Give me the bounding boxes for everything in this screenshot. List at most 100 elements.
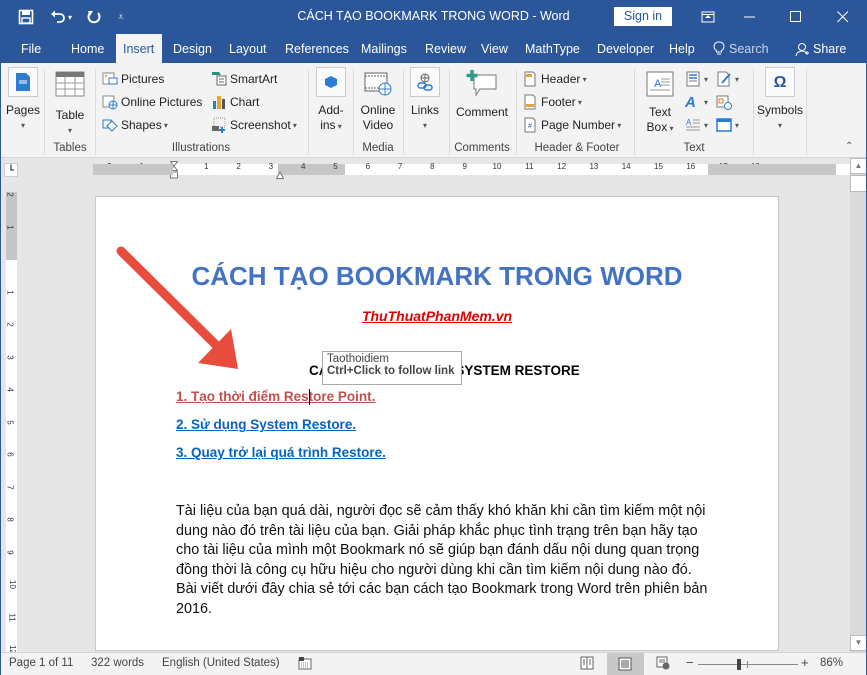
footer-button[interactable]: Footer ▾	[522, 94, 582, 110]
minimize-button[interactable]	[727, 0, 773, 34]
share-button[interactable]: Share	[788, 34, 853, 63]
print-layout-button[interactable]	[607, 653, 644, 675]
tooltip-bookmark-name: Taothoidiem	[327, 353, 390, 365]
tab-developer[interactable]: Developer	[590, 34, 661, 63]
page-count[interactable]: Page 1 of 11	[9, 657, 73, 669]
tab-references[interactable]: References	[278, 34, 356, 63]
tab-file[interactable]: File	[14, 34, 48, 63]
vertical-scrollbar[interactable]: ▲ ▼	[850, 158, 867, 653]
scroll-down-button[interactable]: ▼	[850, 635, 867, 651]
wordart-icon: A	[685, 94, 696, 111]
save-button[interactable]	[18, 0, 34, 34]
wordart-button[interactable]: A ▾	[685, 94, 708, 111]
web-layout-button[interactable]	[656, 656, 670, 673]
ruler-tick-label: 6	[365, 162, 371, 171]
ruler-tick-label: 10	[7, 580, 17, 589]
ribbon-tabs: File Home Insert Design Layout Reference…	[0, 34, 867, 63]
customize-qat-button[interactable]: ⩡	[118, 0, 124, 34]
pictures-button[interactable]: Pictures	[102, 71, 164, 87]
zoom-in-button[interactable]: +	[801, 655, 809, 670]
vertical-ruler[interactable]: 2 1 1 2 3 4 5 6 7 8 9 10 11 12	[5, 192, 17, 654]
document-page[interactable]: CÁCH TẠO BOOKMARK TRONG WORD ThuThuatPha…	[95, 196, 779, 651]
zoom-slider-thumb[interactable]	[737, 659, 742, 670]
object-button[interactable]: ▾	[716, 117, 739, 133]
text-box-button[interactable]: A Text Box ▾	[640, 71, 680, 136]
undo-button[interactable]: ▾	[50, 0, 72, 34]
macro-recording-button[interactable]	[298, 656, 312, 673]
smartart-button[interactable]: SmartArt	[211, 71, 277, 87]
redo-icon	[87, 11, 101, 24]
tab-view[interactable]: View	[474, 34, 515, 63]
tell-me-search[interactable]: Search	[706, 34, 776, 63]
symbols-button[interactable]: Ω Symbols ▾	[756, 67, 804, 133]
group-label-tables: Tables	[53, 142, 87, 154]
tab-home[interactable]: Home	[64, 34, 111, 63]
chart-button[interactable]: Chart	[211, 94, 259, 110]
ruler-tick-label: 7	[5, 484, 15, 490]
pages-button[interactable]: Pages ▾	[4, 67, 42, 133]
site-link[interactable]: ThuThuatPhanMem.vn	[96, 308, 778, 324]
maximize-button[interactable]	[773, 0, 819, 34]
tab-layout[interactable]: Layout	[222, 34, 274, 63]
svg-text:#: #	[528, 123, 532, 130]
language-indicator[interactable]: English (United States)	[162, 657, 280, 669]
tab-selector[interactable]: ┗	[4, 163, 18, 177]
comment-button[interactable]: Comment	[452, 69, 512, 120]
right-indent-marker[interactable]	[275, 168, 285, 179]
tab-review[interactable]: Review	[418, 34, 473, 63]
zoom-out-button[interactable]: −	[686, 655, 694, 670]
search-label: Search	[729, 41, 769, 56]
word-count[interactable]: 322 words	[91, 657, 144, 669]
header-button[interactable]: Header ▾	[522, 71, 587, 87]
share-person-icon	[795, 42, 809, 56]
online-video-button[interactable]: Online Video	[356, 71, 400, 133]
drop-cap-button[interactable]: A ▾	[685, 117, 708, 133]
sign-in-button[interactable]: Sign in	[614, 7, 672, 26]
ribbon-display-options-button[interactable]	[685, 0, 731, 34]
quick-parts-button[interactable]: ▾	[685, 71, 708, 87]
ruler-tick-label: 6	[5, 452, 15, 457]
page-number-button[interactable]: # Page Number ▾	[522, 117, 621, 133]
shapes-button[interactable]: Shapes ▾	[102, 117, 168, 133]
zoom-slider[interactable]	[698, 664, 798, 665]
left-tab-icon: ┗	[8, 165, 14, 175]
ruler-tick-label: 8	[430, 162, 435, 171]
scroll-up-button[interactable]: ▲	[850, 158, 867, 174]
add-ins-icon	[325, 76, 337, 88]
tab-mailings[interactable]: Mailings	[354, 34, 414, 63]
text-box-icon: A	[646, 71, 674, 97]
close-button[interactable]	[820, 0, 866, 34]
title-bar: ▾ ⩡ CÁCH TẠO BOOKMARK TRONG WORD - Word …	[0, 0, 867, 34]
toc-link-restore-point[interactable]: 1. Tạo thời điểm Restore Point.	[176, 389, 375, 404]
maximize-icon	[790, 11, 801, 22]
online-pictures-button[interactable]: Online Pictures	[102, 94, 202, 110]
group-label-media: Media	[362, 142, 394, 154]
hyperlink-tooltip: Taothoidiem Ctrl+Click to follow link	[322, 351, 462, 385]
signature-line-button[interactable]: ▾	[716, 71, 739, 87]
table-button[interactable]: Table ▾	[50, 71, 90, 138]
screenshot-button[interactable]: Screenshot ▾	[211, 117, 297, 133]
scroll-thumb[interactable]	[850, 175, 867, 192]
links-button[interactable]: Links ▾	[406, 67, 444, 133]
zoom-level[interactable]: 86%	[820, 657, 843, 669]
group-label-illustrations: Illustrations	[171, 142, 231, 154]
svg-text:A: A	[686, 118, 692, 127]
tab-help[interactable]: Help	[662, 34, 702, 63]
page-number-icon: #	[524, 117, 536, 133]
date-time-icon	[716, 95, 732, 110]
ribbon-insert: Pages ▾ Table ▾ Tables Pictures Online P…	[0, 63, 867, 158]
toc-link-undo-restore[interactable]: 3. Quay trở lại quá trình Restore.	[176, 445, 386, 460]
read-mode-button[interactable]	[580, 656, 594, 673]
tab-mathtype[interactable]: MathType	[518, 34, 587, 63]
redo-button[interactable]	[86, 0, 102, 34]
tab-insert[interactable]: Insert	[116, 34, 162, 63]
date-time-button[interactable]	[716, 94, 735, 110]
links-icon	[417, 73, 433, 91]
toc-link-use-system-restore[interactable]: 2. Sử dụng System Restore.	[176, 417, 356, 432]
collapse-ribbon-button[interactable]: ⌃	[845, 141, 853, 152]
save-icon	[18, 9, 34, 25]
ruler-tick-label: 5	[333, 162, 338, 171]
add-ins-button[interactable]: Add- ins ▾	[312, 67, 350, 134]
ruler-tick-label: 12	[557, 162, 567, 171]
tab-design[interactable]: Design	[166, 34, 219, 63]
